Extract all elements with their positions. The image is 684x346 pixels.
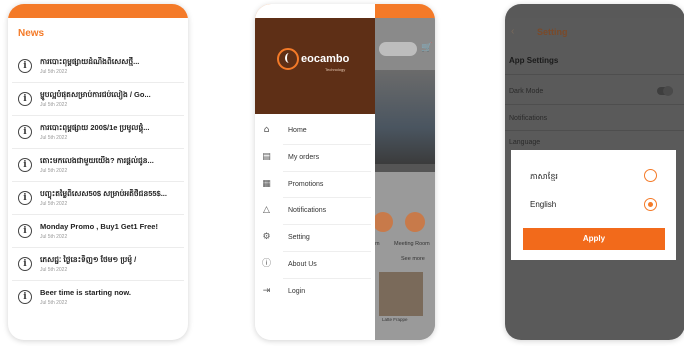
phone-setting-screen: ‹ Setting App Settings Dark Mode Notific…	[505, 4, 684, 340]
news-item-title: ភេសជ្ជៈ ថ្ងៃនេះទិញ១ ថែម១ ប្រម៉ូ /	[40, 255, 137, 264]
logo-mark-icon	[277, 48, 299, 70]
news-item[interactable]: i បញ្ចុះតម្លៃពិសេស50$ សម្រាប់អតិថិជន55$.…	[12, 182, 184, 215]
brand-logo: eocambo	[301, 53, 350, 65]
menu-item-notifications[interactable]: △ Notifications	[255, 198, 375, 226]
setting-row-dark-mode[interactable]: Dark Mode	[509, 88, 543, 95]
back-arrow-icon[interactable]: ‹	[511, 26, 514, 37]
menu-item-label: Promotions	[288, 180, 324, 188]
menu-item-label: Setting	[288, 234, 310, 242]
news-item-title: តោះមកលេងជាមួយយើង? ការផ្ដល់ជូន...	[40, 156, 154, 165]
info-icon: i	[18, 257, 32, 271]
menu-item-label: My orders	[288, 153, 320, 161]
menu-item-label: Home	[288, 127, 307, 134]
gear-icon: ⚙	[262, 232, 271, 243]
setting-row-notifications[interactable]: Notifications	[509, 115, 547, 122]
login-icon: ⇥	[262, 285, 271, 296]
radio-button-selected[interactable]	[644, 198, 657, 211]
menu-item-about-us[interactable]: ⓘ About Us	[255, 252, 375, 279]
section-heading: App Settings	[509, 56, 559, 65]
news-item[interactable]: i ភេសជ្ជៈ ថ្ងៃនេះទិញ១ ថែម១ ប្រម៉ូ / Jul …	[12, 248, 184, 281]
menu-item-label: Login	[288, 287, 306, 295]
page-title: Setting	[537, 27, 568, 37]
info-icon: i	[18, 92, 32, 106]
product-thumbnail	[379, 272, 423, 316]
info-icon: i	[18, 125, 32, 139]
divider	[505, 74, 684, 75]
meeting-room-icon	[405, 212, 425, 232]
drawer-header	[255, 18, 375, 114]
news-item-title: បញ្ចុះតម្លៃពិសេស50$ សម្រាប់អតិថិជន55$...	[40, 189, 167, 198]
news-item-date: Jul 5th 2022	[40, 102, 68, 108]
menu-item-label: Notifications	[288, 207, 327, 215]
language-option-khmer[interactable]: ភាសាខ្មែរ	[511, 163, 676, 189]
gift-icon: ▦	[262, 178, 271, 189]
apply-button[interactable]: Apply	[523, 228, 665, 250]
news-item[interactable]: i Beer time is starting now. Jul 5th 202…	[12, 281, 184, 314]
news-item[interactable]: i Monday Promo , Buy1 Get1 Free! Jul 5th…	[12, 215, 184, 248]
news-item-date: Jul 5th 2022	[40, 168, 68, 174]
dark-mode-toggle[interactable]	[657, 86, 673, 96]
setting-row-language[interactable]: Language	[509, 139, 540, 146]
category-label: m	[375, 241, 380, 247]
language-option-label: ភាសាខ្មែរ	[530, 172, 558, 181]
language-dialog: ភាសាខ្មែរ English Apply	[511, 150, 676, 260]
page-title: News	[18, 28, 45, 39]
menu-item-login[interactable]: ⇥ Login	[255, 279, 375, 306]
news-item-title: ការបោះពុម្ពផ្សាយដំណឹងពិសេសថ្មី...	[40, 57, 140, 66]
divider	[505, 104, 684, 105]
news-item[interactable]: i តោះមកលេងជាមួយយើង? ការផ្ដល់ជូន... Jul 5…	[12, 149, 184, 182]
news-item[interactable]: i ការបោះពុម្ពផ្សាយដំណឹងពិសេសថ្មី... Jul …	[12, 50, 184, 83]
radio-button[interactable]	[644, 169, 657, 182]
info-icon: i	[18, 158, 32, 172]
brand-logo-subtitle: Technology	[325, 67, 346, 72]
meeting-room-label: Meeting Room	[394, 241, 430, 247]
news-item-title: ម្ហូបល្អបំផុតសម្រាប់ការជប់លៀង / Go...	[40, 90, 151, 99]
bell-icon: △	[263, 205, 270, 216]
news-item-title: ការបោះពុម្ពផ្សាយ 200$/1e ប្រមូលផ្ដុំ...	[40, 123, 150, 132]
info-icon: i	[18, 224, 32, 238]
home-icon: ⌂	[263, 125, 270, 135]
news-list: i ការបោះពុម្ពផ្សាយដំណឹងពិសេសថ្មី... Jul …	[12, 50, 184, 314]
news-item-date: Jul 5th 2022	[40, 135, 68, 141]
menu-item-label: About Us	[288, 260, 317, 268]
menu-item-my-orders[interactable]: ▤ My orders	[255, 145, 375, 172]
menu-item-promotions[interactable]: ▦ Promotions	[255, 172, 375, 199]
product-label: Latte Frappe	[382, 317, 408, 322]
search-bar	[379, 42, 417, 56]
news-item-date: Jul 5th 2022	[40, 201, 68, 207]
navigation-drawer: eocambo Technology ⌂ Home ▤ My orders ▦ …	[255, 4, 375, 340]
see-more-link: See more	[401, 256, 425, 262]
info-icon: i	[18, 191, 32, 205]
orders-icon: ▤	[262, 151, 271, 162]
news-item-title: Monday Promo , Buy1 Get1 Free!	[40, 222, 158, 231]
category-icon	[373, 212, 393, 232]
status-bar	[8, 4, 188, 18]
status-bar	[505, 4, 684, 18]
phone-menu-screen: 🛒 m Meeting Room See more Latte Frappe e…	[255, 4, 435, 340]
menu-item-home[interactable]: ⌂ Home	[255, 118, 375, 145]
info-icon: i	[18, 290, 32, 304]
banner-image	[375, 70, 435, 166]
cart-icon: 🛒	[421, 42, 433, 52]
language-option-label: English	[530, 200, 557, 209]
news-item-title: Beer time is starting now.	[40, 288, 131, 297]
news-item[interactable]: i ម្ហូបល្អបំផុតសម្រាប់ការជប់លៀង / Go... …	[12, 83, 184, 116]
news-item-date: Jul 5th 2022	[40, 69, 68, 75]
phone-news-screen: News i ការបោះពុម្ពផ្សាយដំណឹងពិសេសថ្មី...…	[8, 4, 188, 340]
news-item-date: Jul 5th 2022	[40, 267, 68, 273]
divider	[505, 130, 684, 131]
drawer-menu: ⌂ Home ▤ My orders ▦ Promotions △ Notifi…	[255, 118, 375, 306]
news-item-date: Jul 5th 2022	[40, 300, 68, 306]
info-icon: ⓘ	[261, 258, 271, 269]
menu-item-setting[interactable]: ⚙ Setting	[255, 225, 375, 252]
news-item[interactable]: i ការបោះពុម្ពផ្សាយ 200$/1e ប្រមូលផ្ដុំ..…	[12, 116, 184, 149]
language-option-english[interactable]: English	[511, 192, 676, 218]
banner-caption-bar	[375, 164, 435, 172]
info-icon: i	[18, 59, 32, 73]
news-item-date: Jul 5th 2022	[40, 234, 68, 240]
